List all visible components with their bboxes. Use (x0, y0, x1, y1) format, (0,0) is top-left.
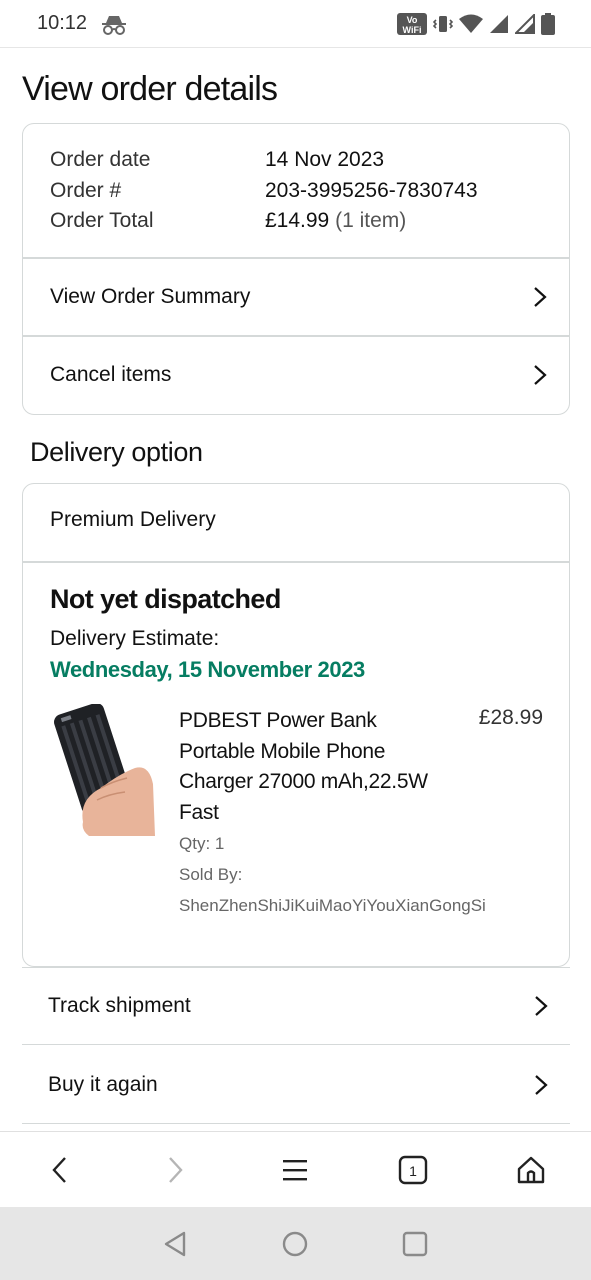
page-title: View order details (22, 70, 278, 108)
delivery-estimate-date: Wednesday, 15 November 2023 (50, 657, 365, 682)
home-icon (517, 1156, 545, 1184)
order-date-value: 14 Nov 2023 (265, 148, 385, 171)
browser-menu-button[interactable] (275, 1150, 315, 1190)
track-shipment-link[interactable]: Track shipment (22, 967, 570, 1045)
chevron-right-icon (534, 287, 547, 307)
status-bar: 10:12 Vo WiFi 1 (0, 0, 591, 48)
browser-back-button[interactable] (39, 1150, 79, 1190)
buy-it-again-link[interactable]: Buy it again (22, 1046, 570, 1124)
vibrate-icon (433, 16, 453, 32)
order-item-count: (1 item) (335, 209, 407, 232)
volte-badge: Vo WiFi 1 (397, 13, 427, 45)
order-total-amount: £14.99 (265, 209, 330, 232)
system-nav-bar (0, 1207, 591, 1280)
delivery-section-title: Delivery option (30, 437, 203, 467)
seller-name[interactable]: ShenZhenShiJiKuiMaoYiYouXianGongSi (179, 896, 486, 916)
chevron-right-icon (535, 1074, 548, 1095)
product-qty: Qty: 1 (179, 834, 225, 853)
signal-icon (490, 15, 508, 33)
track-shipment-label: Track shipment (48, 994, 191, 1017)
status-time: 10:12 (37, 12, 88, 34)
order-date-label: Order date (50, 148, 151, 171)
menu-icon (283, 1160, 307, 1181)
order-total-value: £14.99 (1 item) (265, 209, 406, 233)
browser-forward-button[interactable] (156, 1150, 196, 1190)
status-icons: Vo WiFi 1 (397, 13, 555, 45)
system-back-button[interactable] (158, 1227, 192, 1261)
home-circle-icon (282, 1231, 308, 1257)
system-recents-button[interactable] (398, 1227, 432, 1261)
tabs-icon: 1 (398, 1155, 428, 1185)
signal-icon-2 (515, 14, 535, 34)
back-triangle-icon (164, 1231, 186, 1257)
tab-count: 1 (409, 1163, 417, 1179)
order-number-value: 203-3995256-7830743 (265, 179, 478, 202)
browser-toolbar: 1 (0, 1131, 591, 1207)
recents-square-icon (402, 1231, 428, 1257)
order-info-card: Order date 14 Nov 2023 Order # 203-39952… (22, 123, 570, 415)
browser-tabs-button[interactable]: 1 (393, 1150, 433, 1190)
chevron-right-icon (534, 365, 547, 385)
sold-by-label: Sold By: (179, 865, 243, 884)
card-divider (23, 561, 569, 563)
chevron-right-icon (535, 996, 548, 1016)
buy-it-again-label: Buy it again (48, 1072, 158, 1096)
dispatch-status: Not yet dispatched (50, 584, 281, 614)
product-name[interactable]: PDBEST Power Bank Portable Mobile Phone … (179, 706, 429, 828)
delivery-option: Premium Delivery (50, 508, 216, 531)
system-home-button[interactable] (278, 1227, 312, 1261)
order-total-label: Order Total (50, 209, 154, 232)
cancel-items-link[interactable]: Cancel items (23, 336, 569, 414)
battery-icon (541, 13, 555, 35)
wifi-icon (459, 14, 483, 33)
product-image[interactable] (49, 704, 157, 836)
view-order-summary-link[interactable]: View Order Summary (23, 258, 569, 336)
delivery-estimate-label: Delivery Estimate: (50, 627, 220, 650)
product-price: £28.99 (478, 706, 543, 729)
status-divider (0, 47, 591, 48)
back-arrow-icon (52, 1157, 66, 1183)
view-order-summary-label: View Order Summary (50, 285, 251, 308)
forward-arrow-icon (169, 1157, 183, 1183)
delivery-card: Premium Delivery Not yet dispatched Deli… (22, 483, 570, 967)
incognito-icon (102, 16, 126, 35)
order-number-label: Order # (50, 179, 122, 202)
browser-home-button[interactable] (511, 1150, 551, 1190)
cancel-items-label: Cancel items (50, 363, 172, 386)
